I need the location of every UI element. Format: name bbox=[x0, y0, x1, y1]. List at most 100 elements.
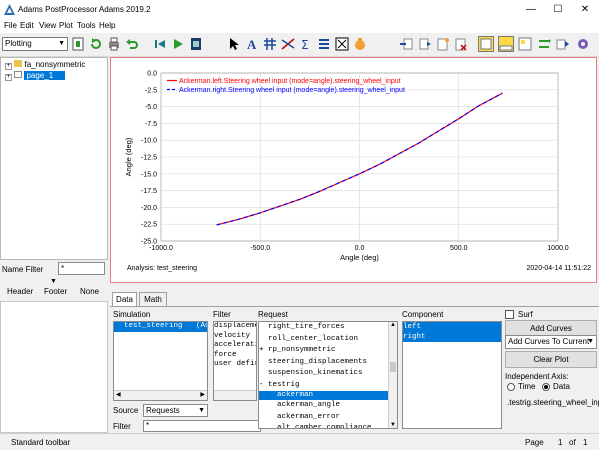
tree-item-model[interactable]: + fa_nonsymmetric bbox=[5, 59, 85, 70]
list-item[interactable]: left bbox=[403, 322, 501, 332]
arrow-right-icon[interactable]: ▶ bbox=[200, 391, 205, 398]
page-of-label: of bbox=[569, 438, 576, 447]
page-new-icon[interactable] bbox=[436, 37, 450, 51]
expand-icon[interactable]: + bbox=[5, 74, 12, 81]
source-select[interactable]: Requests ▼ bbox=[143, 404, 208, 417]
list-item[interactable]: displaceme bbox=[214, 322, 256, 332]
tree-item-page[interactable]: + page_1 bbox=[5, 70, 66, 81]
tab-none[interactable]: None bbox=[80, 287, 99, 296]
pan-hand-icon[interactable] bbox=[353, 37, 367, 51]
arrow-down-icon[interactable]: ▼ bbox=[390, 422, 396, 428]
add-mode-value: Add Curves To Current bbox=[508, 337, 590, 346]
list-item[interactable]: user defir bbox=[214, 360, 256, 370]
list-item[interactable]: force bbox=[214, 351, 256, 361]
layout-grid-icon[interactable] bbox=[518, 37, 532, 51]
arrow-up-icon[interactable]: ▲ bbox=[390, 322, 396, 328]
swap-icon[interactable] bbox=[537, 37, 551, 51]
export-icon[interactable] bbox=[556, 37, 570, 51]
data-radio[interactable] bbox=[542, 383, 550, 391]
horizontal-scrollbar[interactable]: ◀ ▶ bbox=[114, 390, 207, 400]
y-tick-label: 0.0 bbox=[147, 71, 157, 78]
arrow-left-icon[interactable]: ◀ bbox=[116, 391, 121, 398]
y-tick-label: -10.0 bbox=[141, 138, 157, 145]
tab-header[interactable]: Header bbox=[7, 287, 33, 296]
analysis-footer: Analysis: test_steering bbox=[127, 265, 197, 272]
time-label: Time bbox=[518, 382, 536, 391]
refresh-icon[interactable] bbox=[89, 37, 103, 51]
play-icon[interactable] bbox=[171, 37, 185, 51]
legend-icon[interactable] bbox=[317, 37, 331, 51]
sigma-icon[interactable]: Σ bbox=[299, 37, 313, 51]
grid-icon[interactable] bbox=[263, 37, 277, 51]
list-item[interactable]: steering_displacements bbox=[259, 357, 397, 369]
undo-icon[interactable] bbox=[125, 37, 139, 51]
curve-edit-icon[interactable] bbox=[281, 37, 295, 51]
import-icon[interactable] bbox=[399, 37, 413, 51]
component-list[interactable]: left right bbox=[402, 321, 502, 429]
print-icon[interactable] bbox=[107, 37, 121, 51]
request-list[interactable]: right_tire_forces roll_center_location +… bbox=[258, 321, 398, 429]
tab-footer[interactable]: Footer bbox=[44, 287, 67, 296]
list-item[interactable]: alt_camber_compliance bbox=[259, 423, 397, 428]
name-filter-input[interactable]: * bbox=[58, 262, 105, 275]
request-label: Request bbox=[258, 310, 288, 319]
chevron-down-icon[interactable]: ▼ bbox=[50, 278, 57, 285]
text-tool-icon[interactable]: A bbox=[245, 37, 259, 51]
list-item[interactable]: ackerman_error bbox=[259, 412, 397, 424]
line-chart[interactable]: -1000.0 -500.0 0.0 500.0 1000.0 0.0 -2.5 -5.0 -7… bbox=[111, 58, 596, 282]
page-delete-icon[interactable] bbox=[454, 37, 468, 51]
select-arrow-icon[interactable] bbox=[227, 37, 241, 51]
menu-view[interactable]: View bbox=[39, 21, 56, 30]
list-item[interactable]: right_tire_forces bbox=[259, 322, 397, 334]
time-radio[interactable] bbox=[507, 383, 515, 391]
x-tick-label: 1000.0 bbox=[547, 245, 569, 252]
close-button[interactable]: ✕ bbox=[572, 0, 598, 20]
expand-icon[interactable]: + bbox=[5, 63, 12, 70]
page-tree: + fa_nonsymmetric + page_1 bbox=[0, 57, 108, 260]
menu-plot[interactable]: Plot bbox=[59, 21, 73, 30]
page-icon bbox=[14, 71, 23, 78]
filter-input[interactable]: * bbox=[143, 420, 261, 432]
add-mode-select[interactable]: Add Curves To Current ▼ bbox=[505, 335, 597, 349]
clear-plot-button[interactable]: Clear Plot bbox=[505, 351, 597, 368]
layout-single-icon[interactable] bbox=[478, 36, 494, 52]
vertical-scrollbar[interactable]: ▲ ▼ bbox=[388, 322, 397, 428]
list-item[interactable]: - testrig bbox=[259, 380, 397, 392]
simulation-list[interactable]: test_steering (Adam ◀ ▶ bbox=[113, 321, 208, 401]
list-item-selected[interactable]: ackerman bbox=[259, 391, 389, 400]
list-item[interactable]: right bbox=[403, 332, 501, 342]
page-forward-icon[interactable] bbox=[418, 37, 432, 51]
data-label: Data bbox=[553, 382, 570, 391]
fit-icon[interactable] bbox=[335, 37, 349, 51]
menu-tools[interactable]: Tools bbox=[77, 21, 96, 30]
tab-math[interactable]: Math bbox=[139, 292, 167, 307]
layout-header-icon[interactable] bbox=[498, 36, 514, 52]
surf-checkbox[interactable] bbox=[505, 310, 514, 319]
maximize-button[interactable]: ☐ bbox=[545, 0, 571, 20]
list-item[interactable]: accelerati bbox=[214, 341, 256, 351]
list-item[interactable]: + rp_nonsymmetric bbox=[259, 345, 397, 357]
rewind-icon[interactable] bbox=[153, 37, 167, 51]
x-axis-label: Angle (deg) bbox=[340, 253, 379, 262]
new-page-icon[interactable] bbox=[71, 37, 85, 51]
horizontal-scrollbar[interactable] bbox=[214, 390, 256, 400]
scroll-thumb[interactable] bbox=[390, 362, 396, 372]
list-item[interactable]: velocity bbox=[214, 332, 256, 342]
y-tick-label: -5.0 bbox=[145, 104, 157, 111]
minimize-button[interactable]: — bbox=[518, 0, 544, 20]
filter-list[interactable]: displaceme velocity accelerati force use… bbox=[213, 321, 257, 401]
tab-data[interactable]: Data bbox=[112, 292, 137, 307]
component-label: Component bbox=[402, 310, 444, 319]
menu-file[interactable]: File bbox=[4, 21, 17, 30]
timestamp-footer: 2020-04-14 11:51:22 bbox=[527, 265, 592, 272]
list-item[interactable]: suspension_kinematics bbox=[259, 368, 397, 380]
settings-gear-icon[interactable] bbox=[576, 37, 590, 51]
film-icon[interactable] bbox=[189, 37, 203, 51]
mode-select[interactable]: Plotting ▼ bbox=[2, 37, 68, 51]
name-filter-row: Name Filter * bbox=[0, 260, 108, 280]
menu-help[interactable]: Help bbox=[99, 21, 115, 30]
list-item[interactable]: test_steering (Adam bbox=[114, 322, 207, 332]
list-item[interactable]: roll_center_location bbox=[259, 334, 397, 346]
menu-edit[interactable]: Edit bbox=[20, 21, 34, 30]
list-item[interactable]: ackerman_angle bbox=[259, 400, 397, 412]
